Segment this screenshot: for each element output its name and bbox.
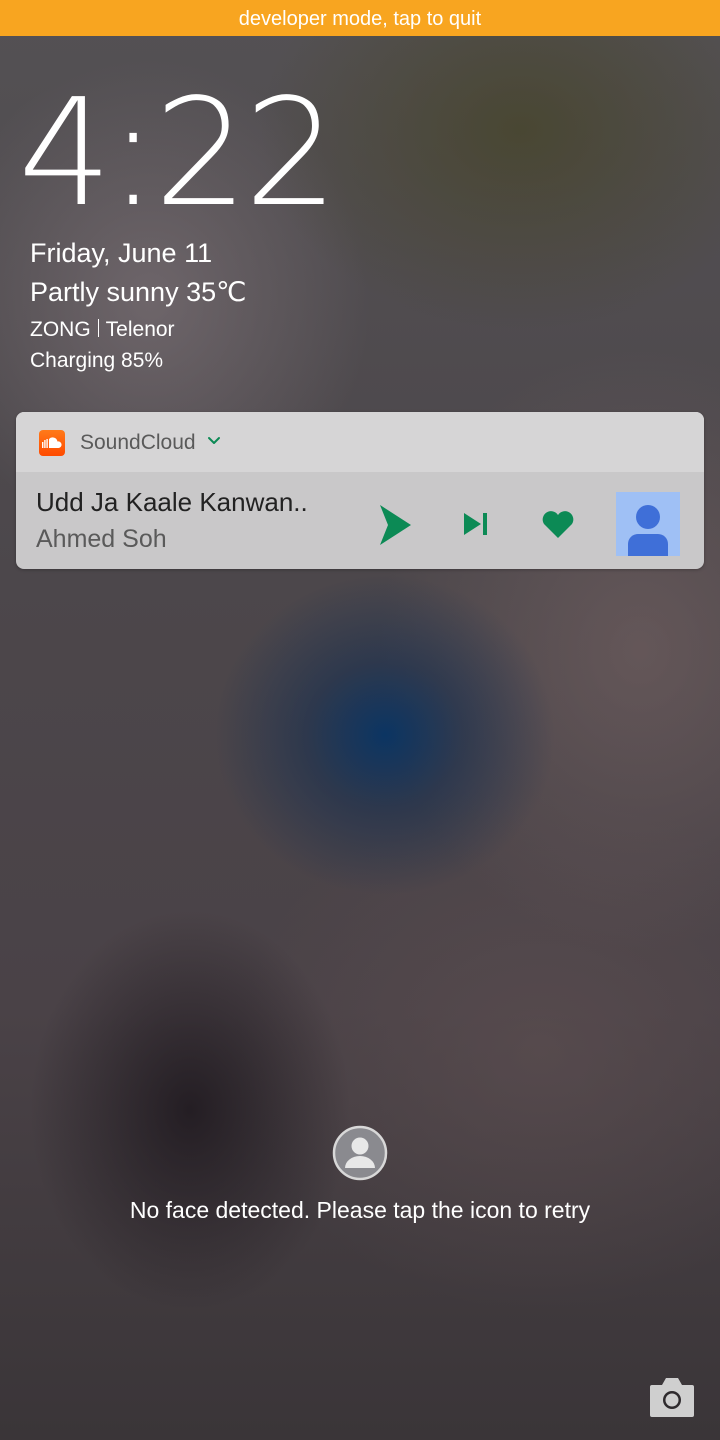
face-unlock-button[interactable] [331, 1124, 389, 1182]
camera-icon [650, 1378, 694, 1417]
heart-icon [542, 511, 574, 538]
carrier-info: ZONG Telenor [30, 318, 175, 342]
play-icon [380, 505, 411, 545]
lockscreen-clock: 4:22 [18, 67, 338, 239]
carrier-1: ZONG [30, 318, 91, 341]
face-unlock-message: No face detected. Please tap the icon to… [129, 1197, 591, 1223]
chevron-down-icon[interactable] [206, 434, 222, 452]
notification-app-name: SoundCloud [80, 431, 196, 454]
developer-mode-banner[interactable]: developer mode, tap to quit [0, 0, 720, 36]
album-artwork [616, 492, 680, 556]
lockscreen-date: Friday, June 11 [30, 238, 213, 268]
carrier-separator [97, 319, 99, 337]
charging-status: Charging 85% [30, 349, 164, 372]
skip-next-button[interactable] [462, 511, 490, 542]
play-button[interactable] [378, 503, 412, 552]
user-avatar-icon [332, 1125, 388, 1181]
skip-next-icon [464, 513, 487, 535]
track-artist: Ahmed Soh [36, 525, 167, 553]
like-button[interactable] [540, 511, 576, 544]
lockscreen-weather: Partly sunny 35℃ [30, 277, 247, 307]
media-notification[interactable]: SoundCloud Udd Ja Kaale Kanwan.. Ahmed S… [16, 412, 704, 569]
soundcloud-logo-icon [39, 430, 65, 456]
carrier-2: Telenor [105, 318, 175, 341]
user-placeholder-icon [628, 505, 668, 556]
camera-shortcut-button[interactable] [648, 1375, 696, 1419]
notification-header[interactable]: SoundCloud [16, 412, 704, 472]
track-title: Udd Ja Kaale Kanwan.. [36, 487, 308, 517]
